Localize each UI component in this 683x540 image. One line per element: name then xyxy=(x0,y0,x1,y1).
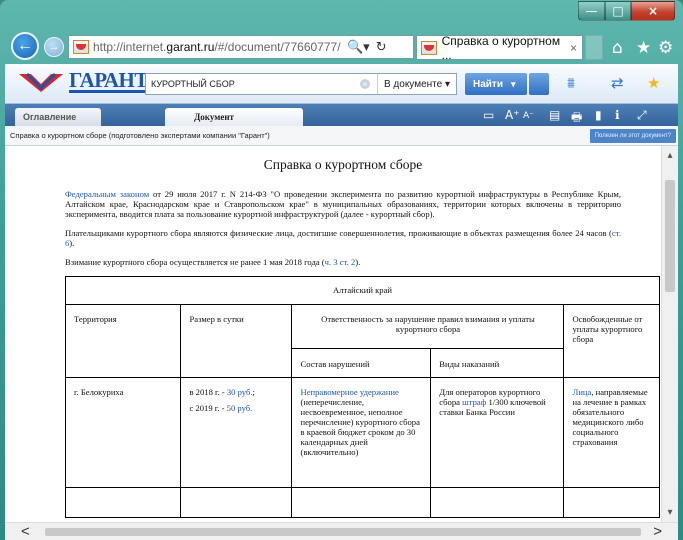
column-header-penalties: Виды наказаний xyxy=(430,348,565,378)
favorites-icon[interactable]: ★ xyxy=(636,38,651,58)
refresh-icon[interactable]: ↻ xyxy=(376,40,387,55)
browser-window: — □ × ← → http://internet.garant.ru/#/do… xyxy=(0,0,683,540)
bookmark-icon[interactable]: ▮ xyxy=(595,108,602,122)
horizontal-scroll-thumb[interactable] xyxy=(45,528,641,536)
scroll-down-icon[interactable]: ▾ xyxy=(662,507,678,518)
table-row: г. Белокуриха в 2018 г. - 30 руб.; с 201… xyxy=(64,377,660,488)
forward-button[interactable]: → xyxy=(44,37,64,57)
filter-icon[interactable]: ⩩ xyxy=(567,74,575,92)
column-header-violations: Состав нарушений xyxy=(291,348,432,378)
feedback-button[interactable]: Полезен ли этот документ? xyxy=(589,129,676,143)
font-increase-icon[interactable]: A⁺ xyxy=(505,108,520,122)
tab-document[interactable]: Документ xyxy=(165,108,303,126)
resort-fee-table: Алтайский край Территория Размер в сутки… xyxy=(64,276,660,518)
maximize-button[interactable]: □ xyxy=(605,1,631,21)
cell-rate: в 2018 г. - 30 руб.; с 2019 г. - 50 руб. xyxy=(180,377,293,488)
document-tabs-bar: Оглавление Документ ▭ A⁺ A⁻ ▤ 🖶 ▮ ℹ ⤢ xyxy=(5,104,678,126)
table-region-header: Алтайский край xyxy=(65,276,660,305)
export-icon[interactable]: ▭ xyxy=(483,108,494,122)
federal-law-link[interactable]: Федеральным законом xyxy=(65,189,149,199)
garant-toolbar: ГАРАНТ курортный сбор × В документе ▾ На… xyxy=(5,64,678,104)
search-scope-select[interactable]: В документе ▾ xyxy=(376,74,456,94)
home-icon[interactable]: ⌂ xyxy=(612,38,623,58)
tab-contents[interactable]: Оглавление xyxy=(15,108,101,126)
new-tab-button[interactable] xyxy=(585,35,603,60)
cell-territory: г. Белокуриха xyxy=(64,377,182,488)
scroll-left-icon[interactable]: < xyxy=(21,523,30,540)
tab-favicon-icon xyxy=(421,40,437,55)
paragraph-law: Федеральным законом от 29 июля 2017 г. N… xyxy=(65,189,621,219)
column-header-exempt: Освобожденные от уплаты курортного сбора xyxy=(563,304,660,378)
table-row xyxy=(64,487,660,518)
search-value: курортный сбор xyxy=(151,79,235,89)
font-decrease-icon[interactable]: A⁻ xyxy=(523,111,534,121)
clear-search-icon[interactable]: × xyxy=(359,79,370,89)
address-bar[interactable]: http://internet.garant.ru/#/document/776… xyxy=(68,35,414,59)
document-viewport[interactable]: Справка о курортном сборе Федеральным за… xyxy=(5,146,661,522)
favorites-star-icon[interactable]: ★ xyxy=(647,74,660,92)
paragraph-start-date: Взимание курортного сбора осуществляется… xyxy=(65,257,361,267)
column-header-territory: Территория xyxy=(64,304,182,378)
compare-icon[interactable]: ⇄ xyxy=(611,74,624,92)
document-caption: Справка о курортном сборе (подготовлено … xyxy=(10,131,270,140)
back-button[interactable]: ← xyxy=(11,32,39,60)
find-button[interactable]: Найти xyxy=(465,73,527,95)
tab-close-icon[interactable]: × xyxy=(570,41,577,55)
scroll-right-icon[interactable]: > xyxy=(653,523,662,540)
tab-title: Справка о курортном ... xyxy=(441,33,561,62)
persons-link[interactable]: Лица xyxy=(572,387,591,397)
horizontal-scrollbar[interactable]: < > xyxy=(5,522,678,540)
address-url: http://internet.garant.ru/#/document/776… xyxy=(93,40,341,54)
cell-penalty: Для операторов курортного сбора штраф 1/… xyxy=(430,377,565,488)
scroll-up-icon[interactable]: ▴ xyxy=(662,150,678,161)
close-button[interactable]: × xyxy=(631,1,675,21)
document-info-line: Справка о курортном сборе (подготовлено … xyxy=(5,126,678,146)
paragraph-payers: Плательщиками курортного сбора являются … xyxy=(65,228,621,248)
garant-logo-text[interactable]: ГАРАНТ xyxy=(69,70,148,93)
search-dropdown-icon[interactable]: 🔍▾ xyxy=(347,40,370,55)
browser-tab-active[interactable]: Справка о курортном ... × xyxy=(416,33,583,62)
rate-2019-link[interactable]: 50 руб. xyxy=(227,403,253,413)
window-caption-buttons: — □ × xyxy=(578,1,675,21)
column-header-rate: Размер в сутки xyxy=(180,304,293,378)
save-icon[interactable]: ▤ xyxy=(549,108,560,122)
search-input[interactable]: курортный сбор × В документе ▾ xyxy=(145,73,457,95)
minimize-button[interactable]: — xyxy=(578,1,605,21)
garant-logo-icon[interactable] xyxy=(17,70,65,94)
cell-violation: Неправомерное удержание (неперечисление,… xyxy=(291,377,432,488)
unlawful-retention-link[interactable]: Неправомерное удержание xyxy=(300,387,398,397)
chevron-down-icon: ▾ xyxy=(444,78,450,90)
site-favicon-icon xyxy=(73,40,89,54)
vertical-scroll-thumb[interactable] xyxy=(665,180,675,292)
column-header-liability: Ответственность за нарушение правил взим… xyxy=(291,304,565,349)
part-3-article-2-link[interactable]: ч. 3 ст. 2 xyxy=(325,257,356,267)
cell-exempt: Лица, направляемые на лечение в рамках о… xyxy=(563,377,660,488)
document-title: Справка о курортном сборе xyxy=(263,157,423,172)
settings-icon[interactable]: ⚙ xyxy=(658,38,673,58)
document-body: Справка о курортном сборе Федеральным за… xyxy=(5,157,661,518)
fine-link[interactable]: штраф xyxy=(462,397,486,407)
info-icon[interactable]: ℹ xyxy=(615,108,620,122)
browser-navbar: ← → http://internet.garant.ru/#/document… xyxy=(0,28,683,64)
vertical-scrollbar[interactable]: ▴ ▾ xyxy=(661,146,678,522)
rate-2018-link[interactable]: 30 руб. xyxy=(227,387,253,397)
extended-search-button[interactable] xyxy=(529,73,549,95)
fullscreen-icon[interactable]: ⤢ xyxy=(637,108,647,123)
